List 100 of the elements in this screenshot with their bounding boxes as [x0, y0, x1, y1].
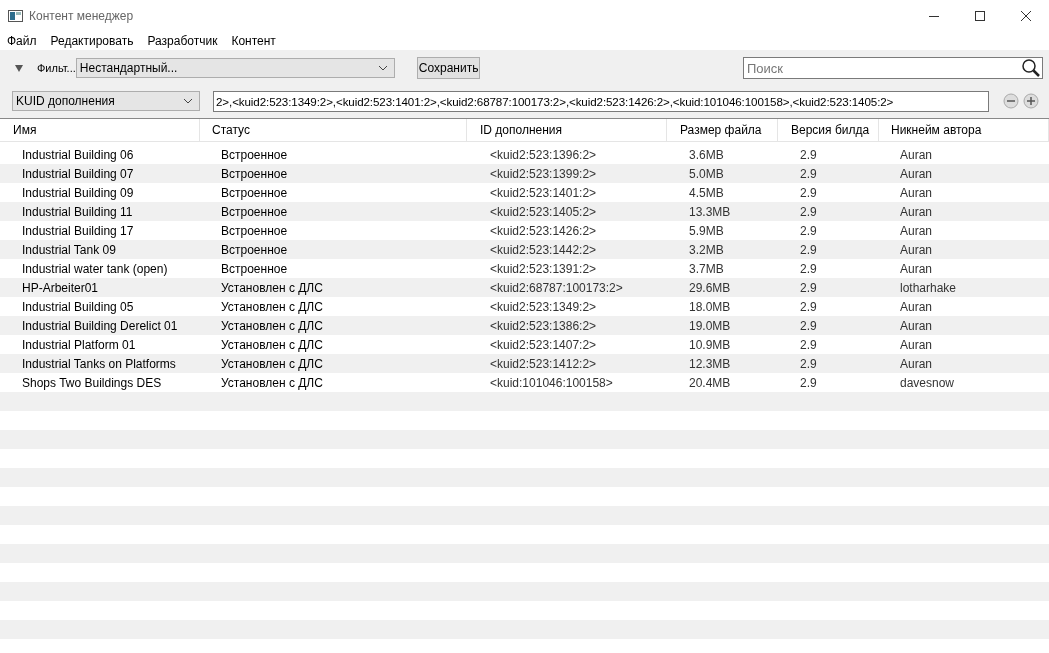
table-cell: <kuid2:523:1349:2>: [490, 299, 597, 314]
table-cell: Установлен с ДЛС: [221, 375, 323, 390]
field-dropdown[interactable]: KUID дополнения: [12, 91, 200, 111]
table-cell: Встроенное: [221, 223, 288, 238]
table-cell: 2.9: [800, 375, 817, 390]
table-cell: 5.0MB: [689, 166, 724, 181]
table-cell: Industrial Building Derelict 01: [22, 318, 178, 333]
column-header[interactable]: Статус: [200, 119, 467, 141]
table-cell: 2.9: [800, 242, 817, 257]
table-cell: Встроенное: [221, 204, 288, 219]
caret-icon: [183, 98, 193, 104]
table-cell: Industrial water tank (open): [22, 261, 168, 276]
table-cell: Auran: [900, 242, 933, 257]
table-cell: 10.9MB: [689, 337, 731, 352]
table-cell: Auran: [900, 166, 933, 181]
table-cell: Auran: [900, 223, 933, 238]
table-cell: Установлен с ДЛС: [221, 356, 323, 371]
table-cell: <kuid2:523:1442:2>: [490, 242, 597, 257]
menu-item[interactable]: Редактировать: [43, 34, 141, 48]
filter-value-field[interactable]: 2>,<kuid2:523:1349:2>,<kuid2:523:1401:2>,<kuid2:68787:100173:2>,<kuid2:523:1426:2>,<kuid:101046:100158>,<kuid2:523:1405:2>: [213, 90, 989, 112]
table-cell: <kuid2:523:1405:2>: [490, 204, 597, 219]
table-cell: 3.7MB: [689, 261, 724, 276]
search-field[interactable]: Поиск: [743, 57, 1043, 79]
table-cell: 2.9: [800, 166, 817, 181]
table-cell: Встроенное: [221, 242, 288, 257]
table-cell: <kuid2:523:1401:2>: [490, 185, 597, 200]
table-cell: 2.9: [800, 204, 817, 219]
menu-item[interactable]: Файл: [0, 34, 44, 48]
table-cell: <kuid2:68787:100173:2>: [490, 280, 623, 295]
table-cell: Встроенное: [221, 185, 288, 200]
column-header[interactable]: Никнейм автора: [879, 119, 1049, 141]
add-icon[interactable]: [1023, 93, 1039, 109]
table-cell: HP-Arbeiter01: [22, 280, 99, 295]
table-cell: Установлен с ДЛС: [221, 280, 323, 295]
table-cell: 2.9: [800, 261, 817, 276]
table-cell: Auran: [900, 185, 933, 200]
table-cell: Auran: [900, 299, 933, 314]
table-cell: 2.9: [800, 280, 817, 295]
column-header[interactable]: Версия билда: [778, 119, 879, 141]
table-cell: 20.4MB: [689, 375, 731, 390]
table-cell: Industrial Building 06: [22, 147, 134, 162]
column-header[interactable]: Имя: [0, 119, 200, 141]
table-cell: 2.9: [800, 356, 817, 371]
table-cell: Industrial Building 11: [22, 204, 133, 219]
table-cell: 2.9: [800, 223, 817, 238]
remove-icon[interactable]: [1003, 93, 1019, 109]
table-cell: Встроенное: [221, 147, 288, 162]
table-cell: <kuid2:523:1396:2>: [490, 147, 597, 162]
table-cell: Установлен с ДЛС: [221, 337, 323, 352]
table-cell: <kuid2:523:1412:2>: [490, 356, 597, 371]
table-cell: Встроенное: [221, 261, 288, 276]
table-cell: Auran: [900, 147, 933, 162]
column-header[interactable]: ID дополнения: [467, 119, 667, 141]
table-cell: Установлен с ДЛС: [221, 318, 323, 333]
caret-icon: [377, 65, 388, 71]
table-cell: 29.6MB: [689, 280, 731, 295]
save-button[interactable]: Сохранить: [416, 57, 481, 79]
table-cell: 4.5MB: [689, 185, 724, 200]
menu-item[interactable]: Разработчик: [140, 34, 225, 48]
table-cell: Industrial Building 17: [22, 223, 134, 238]
table-cell: 2.9: [800, 337, 817, 352]
table-cell: 2.9: [800, 185, 817, 200]
search-icon: [1021, 58, 1041, 78]
table-cell: Industrial Building 07: [22, 166, 134, 181]
table-cell: 3.2MB: [689, 242, 724, 257]
column-header[interactable]: Размер файла: [667, 119, 778, 141]
table-cell: 2.9: [800, 318, 817, 333]
table-cell: Industrial Tank 09: [22, 242, 116, 257]
table-cell: Встроенное: [221, 166, 288, 181]
table-cell: <kuid2:523:1399:2>: [490, 166, 597, 181]
table-cell: <kuid2:523:1426:2>: [490, 223, 597, 238]
preset-dropdown[interactable]: Нестандартный...: [75, 58, 395, 78]
table-cell: Auran: [900, 337, 933, 352]
window-title: Контент менеджер: [29, 9, 135, 23]
menu-item[interactable]: Контент: [224, 34, 283, 48]
collapse-triangle-icon[interactable]: [14, 63, 24, 73]
table-cell: 3.6MB: [689, 147, 724, 162]
app-icon: [8, 10, 23, 22]
table-cell: Industrial Tanks on Platforms: [22, 356, 176, 371]
table-cell: 19.0MB: [689, 318, 731, 333]
maximize-icon: [975, 11, 985, 21]
table-cell: Industrial Building 09: [22, 185, 134, 200]
table-cell: 18.0MB: [689, 299, 731, 314]
table-cell: 2.9: [800, 147, 817, 162]
table-cell: Установлен с ДЛС: [221, 299, 323, 314]
filter-label: Фильт...: [37, 62, 76, 74]
table-cell: <kuid2:523:1386:2>: [490, 318, 597, 333]
table-cell: Auran: [900, 356, 933, 371]
table-cell: 12.3MB: [689, 356, 731, 371]
table-cell: 5.9MB: [689, 223, 724, 238]
table-cell: Auran: [900, 261, 933, 276]
table-cell: davesnow: [900, 375, 955, 390]
table-cell: <kuid:101046:100158>: [490, 375, 613, 390]
table-cell: Industrial Platform 01: [22, 337, 136, 352]
table-cell: <kuid2:523:1391:2>: [490, 261, 597, 276]
table-cell: lotharhake: [900, 280, 957, 295]
table-cell: <kuid2:523:1407:2>: [490, 337, 597, 352]
table-cell: 13.3MB: [689, 204, 731, 219]
close-icon: [1021, 11, 1031, 21]
table-cell: 2.9: [800, 299, 817, 314]
